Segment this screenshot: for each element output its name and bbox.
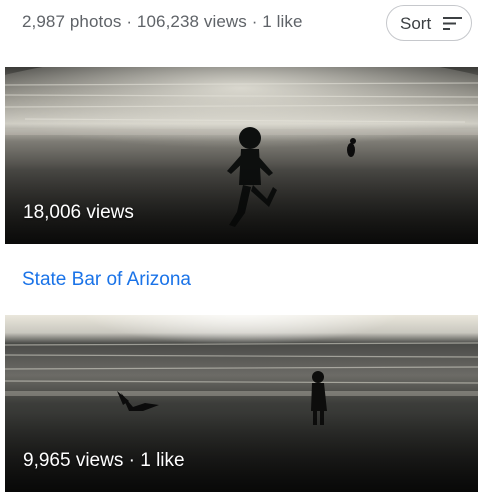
album-stats: 2,987 photos · 106,238 views · 1 like xyxy=(22,12,303,31)
section-title-link[interactable]: State Bar of Arizona xyxy=(22,269,191,291)
photo-caption: 18,006 views xyxy=(23,202,134,223)
sort-label: Sort xyxy=(400,14,432,33)
photo-caption: 9,965 views · 1 like xyxy=(23,450,185,471)
sort-lines-icon xyxy=(443,17,462,30)
album-stats-bar: 2,987 photos · 106,238 views · 1 like So… xyxy=(0,0,483,46)
photo-tile[interactable]: 18,006 views xyxy=(5,67,478,244)
photo-tile[interactable]: 9,965 views · 1 like xyxy=(5,315,478,492)
sort-button[interactable]: Sort xyxy=(386,5,472,41)
album-page: 2,987 photos · 106,238 views · 1 like So… xyxy=(0,0,483,500)
